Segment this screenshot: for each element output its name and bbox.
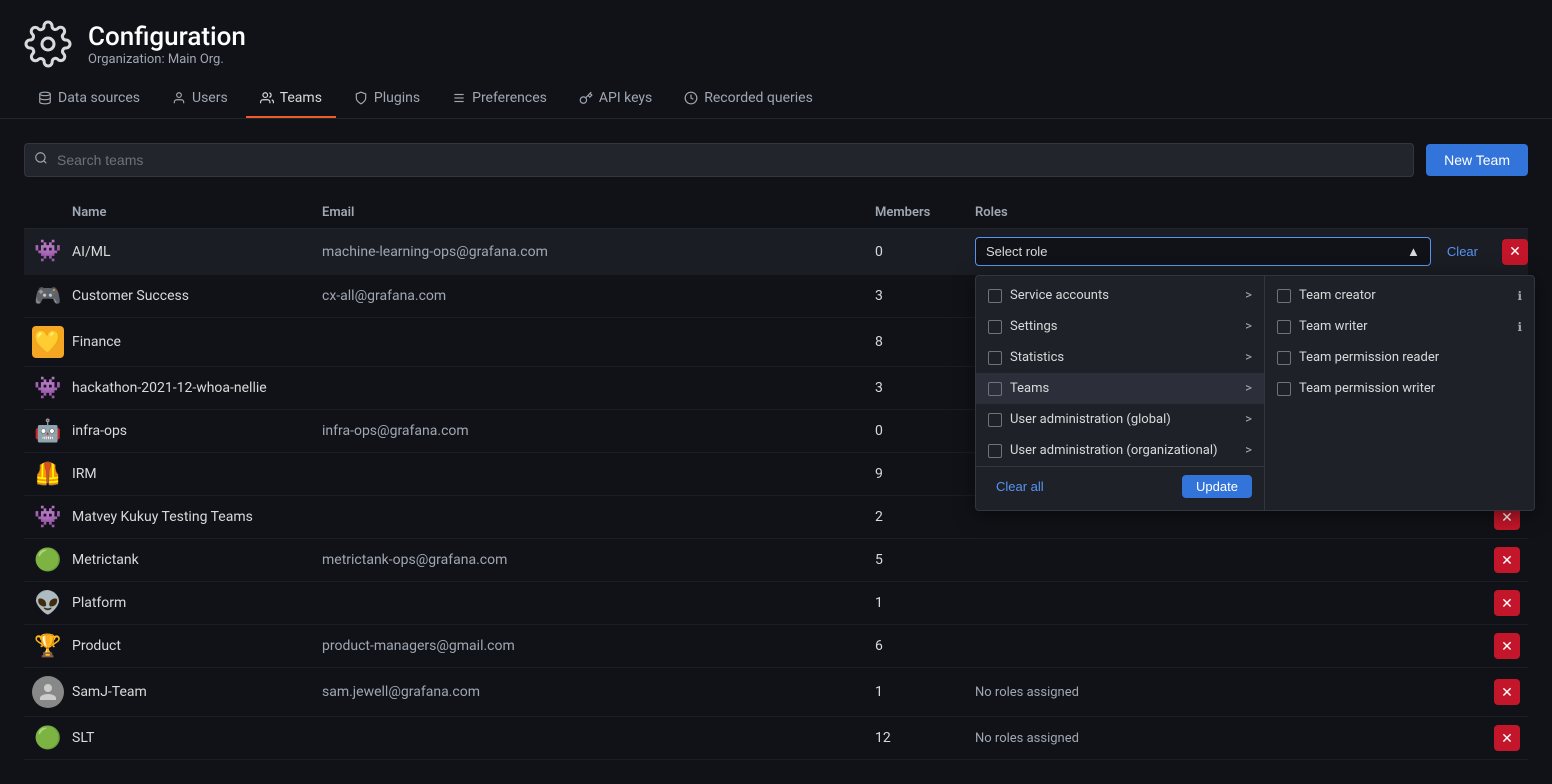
header-title-block: Configuration Organization: Main Org. <box>88 22 246 67</box>
dropdown-item-team-writer[interactable]: Team writer ℹ <box>1265 311 1534 342</box>
user-admin-global-checkbox[interactable] <box>988 413 1002 427</box>
table-row: 🏆 Product product-managers@gmail.com 6 ✕ <box>24 625 1528 668</box>
plugins-icon <box>354 91 368 105</box>
delete-team-button[interactable]: ✕ <box>1494 725 1520 751</box>
arrow-icon: > <box>1245 381 1252 396</box>
dropdown-item-user-admin-global[interactable]: User administration (global) > <box>976 404 1264 435</box>
tab-data-sources[interactable]: Data sources <box>24 80 154 118</box>
table-row: 🟢 SLT 12 No roles assigned ✕ <box>24 717 1528 760</box>
dropdown-item-settings[interactable]: Settings > <box>976 311 1264 342</box>
tab-api-keys[interactable]: API keys <box>565 80 666 118</box>
teams-nav-icon <box>260 91 274 105</box>
arrow-icon: > <box>1245 412 1252 427</box>
team-members: 0 <box>875 244 975 260</box>
dropdown-left-panel: Service accounts > Settings > Statistics <box>976 276 1265 510</box>
role-select-button[interactable]: Select role ▲ <box>975 237 1431 266</box>
settings-checkbox[interactable] <box>988 320 1002 334</box>
arrow-icon: > <box>1245 319 1252 334</box>
dropdown-right-panel: Team creator ℹ Team writer ℹ Team permis… <box>1265 276 1534 510</box>
table-header: Name Email Members Roles <box>24 197 1528 229</box>
table-row: 👽 Platform 1 ✕ <box>24 582 1528 625</box>
tab-preferences[interactable]: Preferences <box>438 80 561 118</box>
search-icon <box>34 151 48 169</box>
teams-checkbox[interactable] <box>988 382 1002 396</box>
statistics-checkbox[interactable] <box>988 351 1002 365</box>
search-container <box>24 143 1414 177</box>
delete-team-button[interactable]: ✕ <box>1494 547 1520 573</box>
new-team-button[interactable]: New Team <box>1426 144 1528 176</box>
dropdown-item-team-permission-writer[interactable]: Team permission writer <box>1265 373 1534 404</box>
org-subtitle: Organization: Main Org. <box>88 52 246 67</box>
tab-plugins[interactable]: Plugins <box>340 80 434 118</box>
preferences-icon <box>452 91 466 105</box>
dropdown-item-team-permission-reader[interactable]: Team permission reader <box>1265 342 1534 373</box>
update-button[interactable]: Update <box>1182 475 1252 498</box>
dropdown-item-user-admin-org[interactable]: User administration (organizational) > <box>976 435 1264 466</box>
no-roles-tag: No roles assigned <box>975 685 1079 700</box>
tab-users[interactable]: Users <box>158 80 242 118</box>
no-roles-tag: No roles assigned <box>975 731 1079 746</box>
api-keys-icon <box>579 91 593 105</box>
user-admin-org-checkbox[interactable] <box>988 444 1002 458</box>
page-header: Configuration Organization: Main Org. <box>0 0 1552 80</box>
tab-teams[interactable]: Teams <box>246 80 336 118</box>
nav-tabs: Data sources Users Teams Plugins Prefere… <box>0 80 1552 119</box>
chevron-up-icon: ▲ <box>1407 244 1420 259</box>
clear-all-button[interactable]: Clear all <box>988 475 1052 498</box>
team-roles: Select role ▲ Service accounts > <box>975 237 1528 266</box>
avatar: 👾 <box>24 239 72 264</box>
clear-button[interactable]: Clear <box>1439 240 1486 263</box>
main-content: New Team Name Email Members Roles 👾 AI/M… <box>0 119 1552 784</box>
col-members: Members <box>875 205 975 220</box>
team-email: machine-learning-ops@grafana.com <box>322 244 875 260</box>
service-accounts-checkbox[interactable] <box>988 289 1002 303</box>
config-icon <box>24 20 72 68</box>
data-sources-icon <box>38 91 52 105</box>
info-icon: ℹ <box>1517 320 1522 334</box>
col-name: Name <box>72 205 322 220</box>
dropdown-item-team-creator[interactable]: Team creator ℹ <box>1265 280 1534 311</box>
dropdown-item-teams[interactable]: Teams > <box>976 373 1264 404</box>
delete-team-button[interactable]: ✕ <box>1494 633 1520 659</box>
dropdown-item-statistics[interactable]: Statistics > <box>976 342 1264 373</box>
toolbar: New Team <box>24 143 1528 177</box>
delete-team-button[interactable]: ✕ <box>1502 239 1528 265</box>
users-icon <box>172 91 186 105</box>
table-row: SamJ-Team sam.jewell@grafana.com 1 No ro… <box>24 668 1528 717</box>
arrow-icon: > <box>1245 288 1252 303</box>
team-permission-writer-checkbox[interactable] <box>1277 382 1291 396</box>
delete-team-button[interactable]: ✕ <box>1494 679 1520 705</box>
team-permission-reader-checkbox[interactable] <box>1277 351 1291 365</box>
role-select-wrapper: Select role ▲ Service accounts > <box>975 237 1431 266</box>
col-email: Email <box>322 205 875 220</box>
recorded-queries-icon <box>684 91 698 105</box>
teams-table: Name Email Members Roles 👾 AI/ML machine… <box>24 197 1528 760</box>
table-row: 👾 AI/ML machine-learning-ops@grafana.com… <box>24 229 1528 275</box>
col-roles: Roles <box>975 205 1528 220</box>
dropdown-item-service-accounts[interactable]: Service accounts > <box>976 280 1264 311</box>
delete-team-button[interactable]: ✕ <box>1494 590 1520 616</box>
search-input[interactable] <box>24 143 1414 177</box>
team-name: AI/ML <box>72 244 322 260</box>
arrow-icon: > <box>1245 350 1252 365</box>
info-icon: ℹ <box>1517 289 1522 303</box>
page-title: Configuration <box>88 22 246 52</box>
tab-recorded-queries[interactable]: Recorded queries <box>670 80 827 118</box>
team-creator-checkbox[interactable] <box>1277 289 1291 303</box>
table-row: 🟢 Metrictank metrictank-ops@grafana.com … <box>24 539 1528 582</box>
team-writer-checkbox[interactable] <box>1277 320 1291 334</box>
dropdown-footer: Clear all Update <box>976 466 1264 506</box>
dropdown-panel: Service accounts > Settings > Statistics <box>975 275 1535 511</box>
arrow-icon: > <box>1245 443 1252 458</box>
